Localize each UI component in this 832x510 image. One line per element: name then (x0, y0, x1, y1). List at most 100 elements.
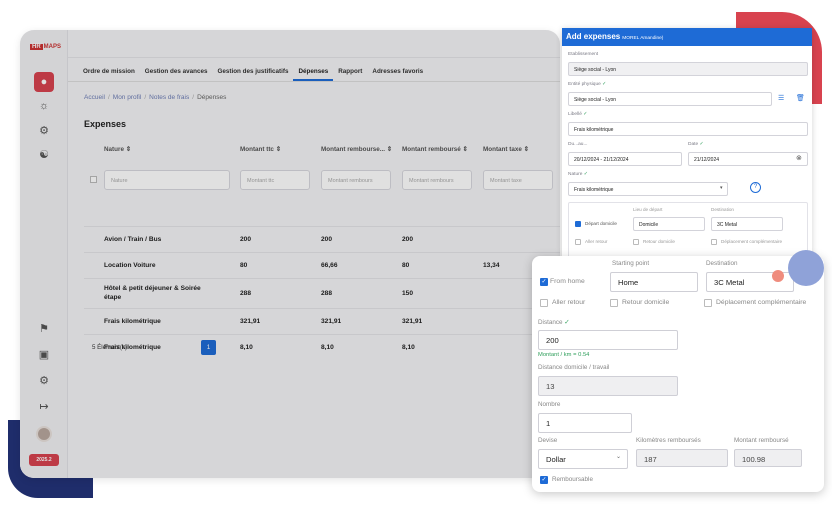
cell-nature: Frais kilométrique (104, 318, 161, 325)
column-header-montant-taxe[interactable]: Montant taxe ⇕ (483, 146, 529, 153)
lieu-field[interactable]: Domicile (633, 217, 705, 231)
user-pin-icon[interactable]: ☼ (34, 96, 54, 116)
libelle-field[interactable]: Frais kilométrique (568, 122, 808, 136)
tab-bar: Ordre de mission Gestion des avances Ges… (68, 64, 560, 82)
tab-gestion-des-justificatifs[interactable]: Gestion des justificatifs (212, 64, 293, 81)
page-title: Expenses (84, 119, 127, 129)
tab-depenses[interactable]: Dépenses (293, 64, 334, 81)
user-icon[interactable]: ● (34, 72, 54, 92)
table-row[interactable]: Frais kilométrique 321,91 321,91 321,91 (84, 308, 560, 334)
table-row[interactable]: Location Voiture 80 66,66 80 13,34 (84, 252, 560, 278)
cell-montant-rembourse-1: 8,10 (321, 344, 334, 351)
entite-field[interactable]: Siège social - Lyon (568, 92, 772, 106)
table-row[interactable]: Frais kilométrique 8,10 8,10 8,10 (84, 334, 560, 360)
filter-montant-rembourse-2[interactable]: Montant rembours (402, 170, 472, 190)
filter-montant-taxe[interactable]: Montant taxe (483, 170, 553, 190)
tab-adresses-favoris[interactable]: Adresses favoris (367, 64, 428, 81)
deplacement-label: Déplacement complémentaire (721, 239, 783, 244)
logout-icon[interactable]: ↦ (34, 396, 54, 416)
column-header-montant-rembourse-short[interactable]: Montant rembourse... ⇕ (321, 146, 392, 153)
aller-retour-checkbox[interactable] (540, 299, 548, 307)
destination-label: Destination (711, 207, 734, 212)
cell-nature: Avion / Train / Bus (104, 236, 162, 243)
nature-select[interactable]: Frais kilométrique (568, 182, 728, 196)
retour-domicile-checkbox[interactable] (610, 299, 618, 307)
chevron-down-icon: ▾ (720, 185, 723, 191)
from-home-label: From home (550, 278, 585, 285)
cell-montant-rembourse-2: 8,10 (402, 344, 415, 351)
user-settings-icon[interactable]: ⚙ (34, 120, 54, 140)
destination-field[interactable]: 3C Metal (711, 217, 783, 231)
tab-ordre-de-mission[interactable]: Ordre de mission (78, 64, 140, 81)
tab-gestion-des-avances[interactable]: Gestion des avances (140, 64, 213, 81)
cell-montant-taxe: 13,34 (483, 262, 500, 269)
etablissement-field[interactable]: Siège social - Lyon (568, 62, 808, 76)
decorative-circle-blue (788, 250, 824, 286)
cell-nature: Hôtel & petit déjeuner & Soirée étape (104, 285, 201, 301)
cell-montant-ttc: 8,10 (240, 344, 253, 351)
cell-montant-ttc: 200 (240, 236, 252, 243)
breadcrumb-accueil[interactable]: Accueil (84, 94, 105, 101)
image-icon[interactable]: ▣ (34, 344, 54, 364)
distance-label: Distance ✓ (538, 319, 570, 326)
table-row[interactable]: Hôtel & petit déjeuner & Soirée étape 28… (84, 278, 560, 308)
filter-nature[interactable]: Nature (104, 170, 230, 190)
list-icon[interactable]: ☰ (778, 94, 784, 102)
page-button-1[interactable]: 1 (201, 340, 216, 355)
clear-date-icon[interactable]: ⊗ (796, 154, 802, 162)
depart-domicile-checkbox[interactable] (575, 221, 581, 227)
devise-label: Devise (538, 437, 558, 444)
year-badge: 2025.2 (29, 454, 59, 466)
column-header-nature[interactable]: Nature ⇕ (104, 146, 131, 153)
deplacement-checkbox[interactable] (704, 299, 712, 307)
aller-retour-checkbox[interactable] (575, 239, 581, 245)
table-row[interactable]: Avion / Train / Bus 200 200 200 (84, 226, 560, 252)
tab-rapport[interactable]: Rapport (333, 64, 367, 81)
add-expenses-panel: Add expenses MOREL Amandine) Etablissemen… (562, 28, 812, 260)
column-header-montant-rembourse[interactable]: Montant remboursé ⇕ (402, 146, 468, 153)
km-rembourses-field: 187 (636, 449, 728, 467)
cell-montant-rembourse-2: 321,91 (402, 318, 423, 325)
select-all-checkbox[interactable] (90, 176, 97, 183)
bell-icon[interactable]: ⚑ (34, 318, 54, 338)
from-home-checkbox[interactable]: ✓ (540, 278, 548, 286)
chevron-down-icon: ⌄ (616, 454, 622, 460)
breadcrumb-mon-profil[interactable]: Mon profil (113, 94, 142, 101)
starting-point-field[interactable]: Home (610, 272, 698, 292)
date-label: Date ✓ (688, 142, 704, 147)
km-rembourses-label: Kilomètres remboursés (636, 437, 701, 444)
gear-icon[interactable]: ⚙ (34, 370, 54, 390)
user-group-icon[interactable]: ☯ (34, 144, 54, 164)
rate-hint: Montant / km = 0.54 (538, 352, 590, 358)
deplacement-checkbox[interactable] (711, 239, 717, 245)
filter-montant-rembourse-1[interactable]: Montant rembours (321, 170, 391, 190)
lieu-label: Lieu de départ (633, 207, 663, 212)
nature-label: Nature ✓ (568, 172, 588, 177)
nombre-field[interactable]: 1 (538, 413, 632, 433)
breadcrumb-notes-de-frais[interactable]: Notes de frais (149, 94, 189, 101)
aller-retour-label: Aller retour (585, 239, 608, 244)
destination-label: Destination (706, 260, 738, 267)
date-range-field[interactable]: 20/12/2024 - 21/12/2024 (568, 152, 682, 166)
breadcrumb: Accueil / Mon profil / Notes de frais / Dépens… (84, 94, 227, 101)
retour-domicile-label: Retour domicile (622, 299, 670, 306)
devise-select[interactable]: Dollar (538, 449, 628, 469)
remboursable-checkbox[interactable]: ✓ (540, 476, 548, 484)
cell-montant-rembourse-2: 200 (402, 236, 414, 243)
sidebar: HR MAPS ● ☼ ⚙ ☯ ⚑ ▣ ⚙ ↦ 2025.2 (20, 30, 68, 478)
distance-field[interactable]: 200 (538, 330, 678, 350)
panel-header: Add expenses MOREL Amandine) (562, 28, 812, 46)
retour-domicile-label: Retour domicile (643, 239, 675, 244)
deplacement-label: Déplacement complémentaire (716, 299, 807, 306)
filter-montant-ttc[interactable]: Montant ttc (240, 170, 310, 190)
retour-domicile-checkbox[interactable] (633, 239, 639, 245)
trash-icon[interactable]: 🗑 (796, 94, 805, 102)
help-icon[interactable]: ? (750, 182, 761, 193)
column-header-montant-ttc[interactable]: Montant ttc ⇕ (240, 146, 281, 153)
avatar[interactable] (36, 426, 52, 442)
distance-domicile-label: Distance domicile / travail (538, 364, 610, 371)
date-field[interactable]: 21/12/2024 (688, 152, 808, 166)
top-bar (68, 30, 560, 58)
etablissement-label: Etablissement (568, 52, 599, 57)
distance-domicile-field[interactable]: 13 (538, 376, 678, 396)
